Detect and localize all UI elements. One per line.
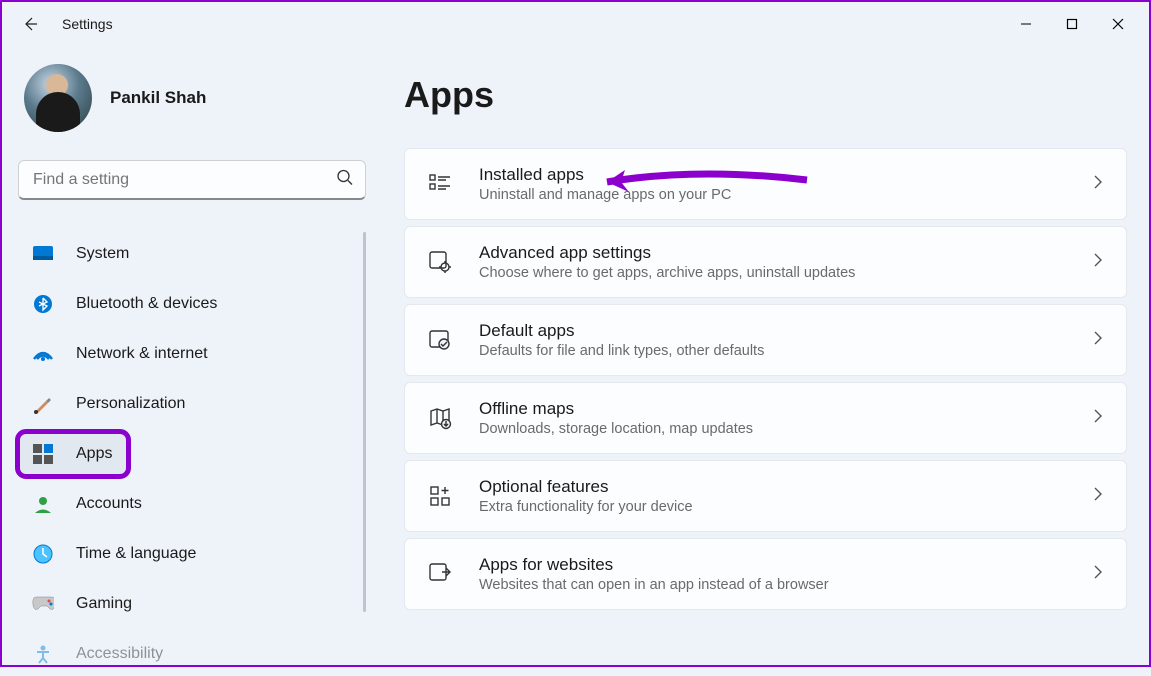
user-profile[interactable]: Pankil Shah — [18, 64, 366, 132]
chevron-right-icon — [1092, 408, 1104, 429]
sidebar-item-label: Bluetooth & devices — [76, 295, 217, 313]
card-subtitle: Uninstall and manage apps on your PC — [479, 187, 1066, 203]
card-default-apps[interactable]: Default apps Defaults for file and link … — [404, 304, 1127, 376]
sidebar-item-personalization[interactable]: Personalization — [18, 382, 366, 426]
chevron-right-icon — [1092, 564, 1104, 585]
scrollbar[interactable] — [363, 232, 366, 612]
apps-icon — [32, 443, 54, 465]
card-title: Optional features — [479, 477, 1066, 497]
card-subtitle: Websites that can open in an app instead… — [479, 577, 1066, 593]
system-icon — [32, 243, 54, 265]
accessibility-icon — [32, 643, 54, 665]
search-icon — [336, 169, 354, 192]
network-icon — [32, 343, 54, 365]
card-title: Offline maps — [479, 399, 1066, 419]
chevron-right-icon — [1092, 330, 1104, 351]
card-subtitle: Downloads, storage location, map updates — [479, 421, 1066, 437]
card-optional-features[interactable]: Optional features Extra functionality fo… — [404, 460, 1127, 532]
app-title: Settings — [62, 16, 113, 32]
maximize-button[interactable] — [1049, 8, 1095, 40]
card-advanced-app-settings[interactable]: Advanced app settings Choose where to ge… — [404, 226, 1127, 298]
user-name: Pankil Shah — [110, 88, 206, 108]
apps-for-websites-icon — [427, 561, 453, 587]
sidebar-item-label: Accessibility — [76, 645, 163, 663]
card-subtitle: Defaults for file and link types, other … — [479, 343, 1066, 359]
sidebar: Pankil Shah System Bluetooth & devices — [2, 46, 382, 665]
minimize-button[interactable] — [1003, 8, 1049, 40]
sidebar-item-system[interactable]: System — [18, 232, 366, 276]
sidebar-item-gaming[interactable]: Gaming — [18, 582, 366, 626]
sidebar-item-label: Apps — [76, 445, 112, 463]
personalization-icon — [32, 393, 54, 415]
default-apps-icon — [427, 327, 453, 353]
sidebar-item-label: Gaming — [76, 595, 132, 613]
card-apps-for-websites[interactable]: Apps for websites Websites that can open… — [404, 538, 1127, 610]
card-title: Apps for websites — [479, 555, 1066, 575]
main-content: Apps Installed apps Uninstall and manage… — [382, 46, 1149, 665]
window-controls — [1003, 8, 1141, 40]
card-subtitle: Choose where to get apps, archive apps, … — [479, 265, 1066, 281]
sidebar-item-label: Network & internet — [76, 345, 208, 363]
close-button[interactable] — [1095, 8, 1141, 40]
offline-maps-icon — [427, 405, 453, 431]
sidebar-item-label: System — [76, 245, 129, 263]
sidebar-item-accounts[interactable]: Accounts — [18, 482, 366, 526]
sidebar-item-label: Time & language — [76, 545, 196, 563]
sidebar-item-bluetooth[interactable]: Bluetooth & devices — [18, 282, 366, 326]
close-icon — [1112, 18, 1124, 30]
accounts-icon — [32, 493, 54, 515]
chevron-right-icon — [1092, 174, 1104, 195]
sidebar-item-label: Accounts — [76, 495, 142, 513]
optional-features-icon — [427, 483, 453, 509]
maximize-icon — [1066, 18, 1078, 30]
search-input[interactable] — [18, 160, 366, 200]
card-title: Installed apps — [479, 165, 1066, 185]
advanced-settings-icon — [427, 249, 453, 275]
back-arrow-icon — [21, 15, 39, 33]
installed-apps-icon — [427, 171, 453, 197]
page-title: Apps — [404, 74, 1127, 116]
sidebar-item-accessibility[interactable]: Accessibility — [18, 632, 366, 676]
card-subtitle: Extra functionality for your device — [479, 499, 1066, 515]
bluetooth-icon — [32, 293, 54, 315]
back-button[interactable] — [10, 4, 50, 44]
sidebar-nav: System Bluetooth & devices Network & int… — [18, 232, 366, 676]
titlebar: Settings — [2, 2, 1149, 46]
minimize-icon — [1020, 18, 1032, 30]
card-title: Advanced app settings — [479, 243, 1066, 263]
card-installed-apps[interactable]: Installed apps Uninstall and manage apps… — [404, 148, 1127, 220]
sidebar-item-label: Personalization — [76, 395, 185, 413]
sidebar-item-apps[interactable]: Apps — [18, 432, 128, 476]
gaming-icon — [32, 593, 54, 615]
card-title: Default apps — [479, 321, 1066, 341]
chevron-right-icon — [1092, 252, 1104, 273]
search-box — [18, 160, 366, 200]
avatar — [24, 64, 92, 132]
chevron-right-icon — [1092, 486, 1104, 507]
sidebar-item-network[interactable]: Network & internet — [18, 332, 366, 376]
sidebar-item-time[interactable]: Time & language — [18, 532, 366, 576]
card-offline-maps[interactable]: Offline maps Downloads, storage location… — [404, 382, 1127, 454]
time-icon — [32, 543, 54, 565]
